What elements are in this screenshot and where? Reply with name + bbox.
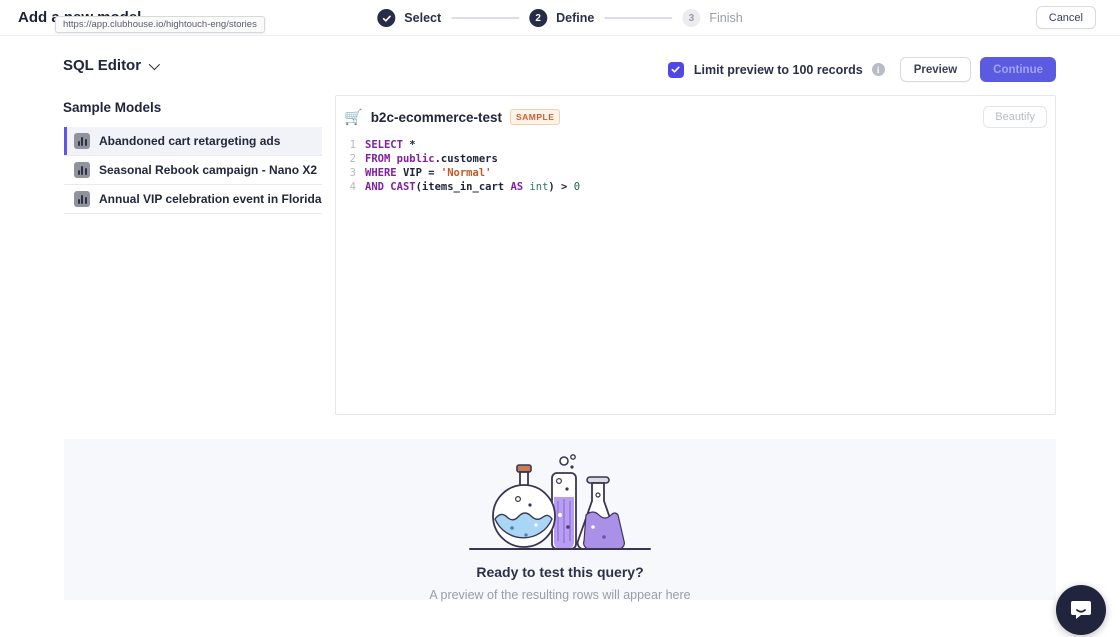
step-connector bbox=[451, 17, 519, 19]
code-line: 4AND CAST(items_in_cart AS int) > 0 bbox=[342, 180, 1055, 194]
model-name: b2c-ecommerce-test bbox=[371, 110, 502, 125]
sample-models-heading: Sample Models bbox=[63, 100, 161, 115]
intercom-chat-button[interactable] bbox=[1056, 585, 1106, 635]
shopping-cart-icon: 🛒 bbox=[344, 108, 363, 126]
step-select-label: Select bbox=[404, 11, 441, 25]
preview-empty-state: Ready to test this query? A preview of t… bbox=[64, 439, 1056, 600]
step-finish[interactable]: 3 Finish bbox=[682, 9, 742, 27]
step-define-number: 2 bbox=[529, 9, 547, 27]
step-finish-label: Finish bbox=[709, 11, 742, 25]
line-number: 1 bbox=[342, 138, 356, 152]
preview-button[interactable]: Preview bbox=[900, 57, 971, 82]
editor-type-dropdown[interactable]: SQL Editor bbox=[63, 57, 157, 74]
bar-chart-icon bbox=[74, 133, 90, 149]
step-finish-number: 3 bbox=[682, 9, 700, 27]
bar-chart-icon bbox=[74, 162, 90, 178]
continue-button[interactable]: Continue bbox=[980, 57, 1056, 82]
code-line: 1SELECT * bbox=[342, 138, 1055, 152]
sample-badge: SAMPLE bbox=[510, 109, 560, 125]
wizard-stepper: Select 2 Define 3 Finish bbox=[377, 0, 742, 36]
editor-header: 🛒 b2c-ecommerce-test SAMPLE Beautify bbox=[336, 96, 1055, 128]
editor-type-label: SQL Editor bbox=[63, 57, 141, 74]
line-number: 4 bbox=[342, 180, 356, 194]
info-icon[interactable]: i bbox=[872, 63, 885, 76]
toolbar-right-controls: Limit preview to 100 records i Preview C… bbox=[668, 57, 1056, 82]
limit-preview-label: Limit preview to 100 records bbox=[694, 63, 863, 77]
preview-title: Ready to test this query? bbox=[64, 564, 1056, 580]
chevron-down-icon bbox=[149, 58, 160, 69]
sql-code-editor[interactable]: 1SELECT *2FROM public.customers3WHERE VI… bbox=[336, 128, 1055, 194]
limit-preview-checkbox[interactable] bbox=[668, 62, 684, 78]
step-define[interactable]: 2 Define bbox=[529, 9, 594, 27]
chat-icon bbox=[1069, 598, 1093, 622]
step-select-check-icon bbox=[377, 9, 395, 27]
preview-subtitle: A preview of the resulting rows will app… bbox=[64, 588, 1056, 602]
line-number: 3 bbox=[342, 166, 356, 180]
model-label: Seasonal Rebook campaign - Nano X2 bbox=[99, 163, 317, 177]
sample-model-list: Abandoned cart retargeting ads Seasonal R… bbox=[64, 126, 322, 214]
step-select[interactable]: Select bbox=[377, 9, 441, 27]
beautify-button[interactable]: Beautify bbox=[983, 106, 1047, 128]
list-item[interactable]: Seasonal Rebook campaign - Nano X2 bbox=[64, 156, 322, 185]
model-label: Annual VIP celebration event in Florida bbox=[99, 192, 322, 206]
code-line: 2FROM public.customers bbox=[342, 152, 1055, 166]
list-item[interactable]: Annual VIP celebration event in Florida bbox=[64, 185, 322, 214]
line-number: 2 bbox=[342, 152, 356, 166]
code-line: 3WHERE VIP = 'Normal' bbox=[342, 166, 1055, 180]
step-connector bbox=[604, 17, 672, 19]
cancel-button[interactable]: Cancel bbox=[1036, 6, 1096, 29]
top-header: Add a new model https://app.clubhouse.io… bbox=[0, 0, 1120, 36]
bar-chart-icon bbox=[74, 191, 90, 207]
sql-editor-panel: 🛒 b2c-ecommerce-test SAMPLE Beautify 1SE… bbox=[335, 95, 1056, 415]
flasks-illustration bbox=[64, 453, 1056, 562]
model-label: Abandoned cart retargeting ads bbox=[99, 134, 280, 148]
step-define-label: Define bbox=[556, 11, 594, 25]
list-item[interactable]: Abandoned cart retargeting ads bbox=[64, 127, 322, 156]
link-url-tooltip: https://app.clubhouse.io/hightouch-eng/s… bbox=[55, 16, 265, 33]
